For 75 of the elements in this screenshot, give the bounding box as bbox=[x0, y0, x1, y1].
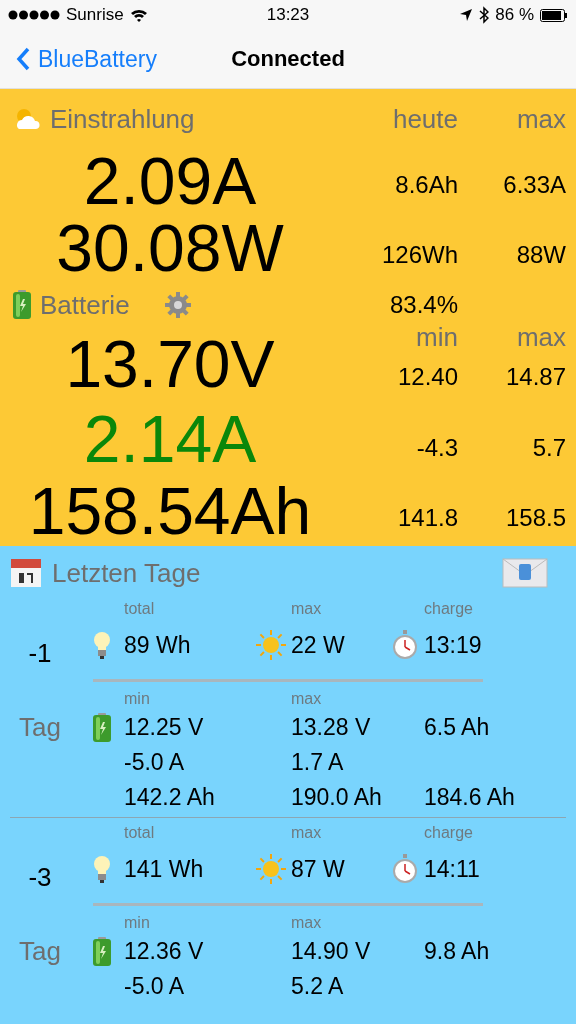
max-value: 6.33A bbox=[502, 171, 566, 200]
today-value: 8.6Ah bbox=[394, 171, 458, 200]
battery-stat: 12.25 V bbox=[124, 713, 205, 742]
battery-stat: -5.0 A bbox=[124, 972, 186, 1001]
stat-label: max bbox=[291, 914, 323, 933]
stat-label: charge bbox=[424, 824, 474, 843]
min-value: -4.3 bbox=[415, 434, 458, 463]
battery-stat: 12.36 V bbox=[124, 937, 205, 966]
stat-value: 89 Wh bbox=[124, 630, 192, 660]
sun-icon bbox=[255, 853, 286, 884]
big-reading: 2.14A bbox=[82, 405, 258, 472]
location-icon bbox=[459, 8, 474, 22]
section-title: Einstrahlung bbox=[50, 103, 195, 135]
stat-value: 13:19 bbox=[424, 630, 483, 660]
stat-value: 22 W bbox=[291, 630, 346, 660]
stat-label: charge bbox=[424, 600, 474, 619]
battery-stat: 5.2 A bbox=[291, 972, 345, 1001]
charge-percent: 83.4% bbox=[388, 291, 458, 319]
gear-icon[interactable] bbox=[163, 291, 192, 319]
envelope-icon[interactable] bbox=[502, 558, 548, 588]
calendar-icon bbox=[10, 557, 42, 589]
day-offset: -3 bbox=[27, 861, 53, 893]
battery-stat: 14.90 V bbox=[291, 937, 372, 966]
stat-label: max bbox=[291, 824, 323, 843]
battery-icon bbox=[92, 712, 112, 743]
min-value: 141.8 bbox=[396, 504, 458, 533]
section-title: Letzten Tage bbox=[52, 557, 201, 589]
column-header: max bbox=[515, 103, 566, 135]
battery-stat: 1.7 A bbox=[291, 748, 345, 777]
battery-stat: 6.5 Ah bbox=[424, 713, 491, 742]
stat-label: max bbox=[291, 600, 323, 619]
big-reading: 158.54Ah bbox=[27, 478, 313, 544]
max-value: 14.87 bbox=[504, 363, 566, 391]
battery-stat: 190.0 Ah bbox=[291, 783, 383, 812]
carrier-name: Sunrise bbox=[66, 5, 124, 25]
day-offset: -1 bbox=[27, 637, 53, 669]
battery-stat: 13.28 V bbox=[291, 713, 372, 742]
min-value: 12.40 bbox=[396, 363, 458, 391]
battery-stat: 142.2 Ah bbox=[124, 783, 216, 812]
max-value: 5.7 bbox=[531, 434, 566, 463]
status-battery-icon bbox=[540, 8, 568, 22]
battery-stat: -5.0 A bbox=[124, 748, 186, 777]
signal-icon bbox=[8, 10, 60, 20]
section-title: Batterie bbox=[40, 289, 130, 321]
column-header: heute bbox=[391, 103, 458, 135]
stat-label: max bbox=[291, 690, 323, 709]
period-label: Tag bbox=[18, 712, 62, 743]
stat-label: min bbox=[124, 690, 151, 709]
period-label: Tag bbox=[18, 936, 62, 967]
clock-time: 13:23 bbox=[266, 5, 310, 24]
screen-title: Connected bbox=[231, 46, 345, 72]
battery-icon bbox=[12, 290, 32, 320]
stat-label: total bbox=[124, 824, 156, 843]
back-button[interactable]: BlueBattery bbox=[0, 45, 157, 73]
sun-icon bbox=[255, 629, 286, 660]
stat-label: total bbox=[124, 600, 156, 619]
max-value: 88W bbox=[515, 241, 566, 270]
battery-stat: 184.6 Ah bbox=[424, 783, 516, 812]
stat-value: 141 Wh bbox=[124, 854, 205, 884]
battery-percent: 86 % bbox=[495, 5, 534, 25]
battery-icon bbox=[92, 936, 112, 967]
back-chevron-icon bbox=[16, 47, 30, 71]
big-reading: 2.09A bbox=[82, 148, 258, 214]
big-reading: 30.08W bbox=[55, 215, 285, 281]
today-value: 126Wh bbox=[380, 241, 458, 270]
column-header: min bbox=[415, 322, 458, 353]
stat-value: 87 W bbox=[291, 854, 346, 884]
big-reading: 13.70V bbox=[64, 331, 276, 401]
max-value: 158.5 bbox=[504, 504, 566, 533]
wifi-icon bbox=[129, 8, 148, 22]
stat-value: 14:11 bbox=[424, 854, 481, 884]
column-header: max bbox=[515, 322, 566, 353]
battery-stat: 9.8 Ah bbox=[424, 937, 491, 966]
stat-label: min bbox=[124, 914, 151, 933]
bluetooth-icon bbox=[479, 6, 490, 24]
